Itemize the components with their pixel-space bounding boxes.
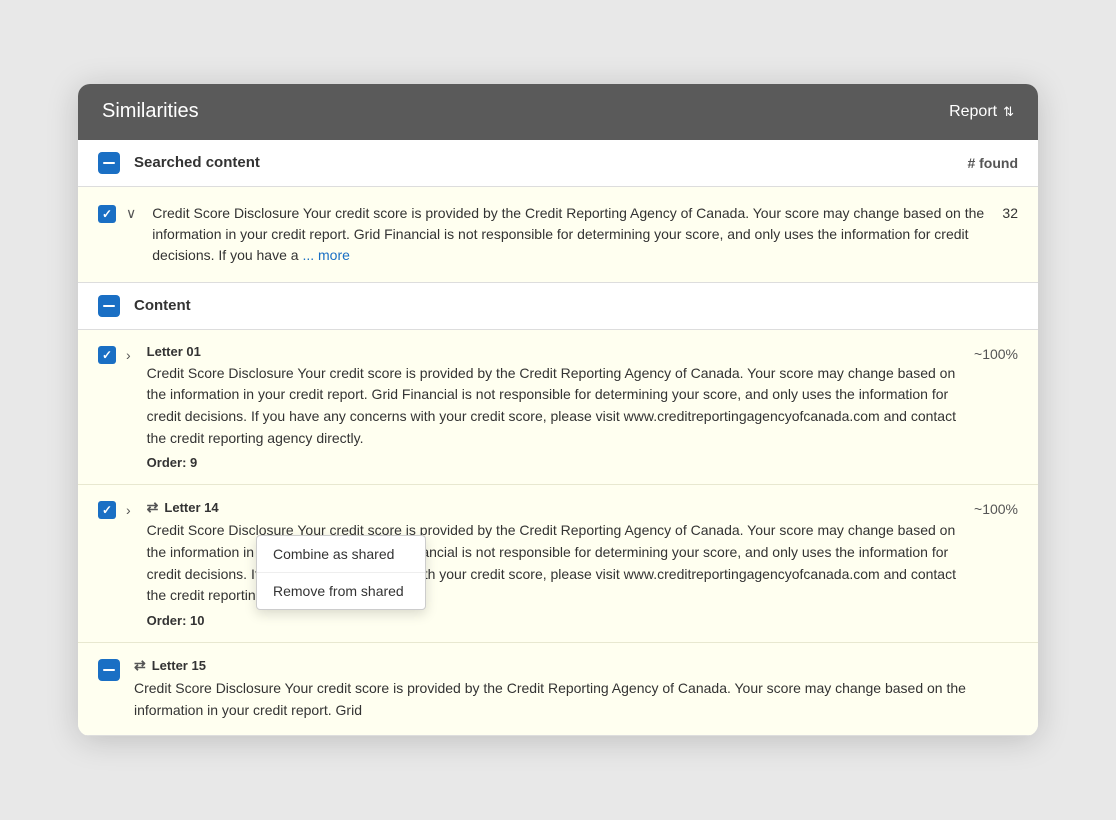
shared-icon: ⇄ <box>147 499 159 516</box>
item-2-order: Order: 10 <box>147 613 960 628</box>
combine-as-shared-option[interactable]: Combine as shared <box>257 536 425 573</box>
searched-section-header: Searched content # found <box>78 140 1038 187</box>
header-title: Similarities <box>102 100 199 123</box>
item-2-similarity: ~100% <box>974 499 1018 517</box>
item-2-checkbox[interactable] <box>98 501 116 519</box>
item-1-order: Order: 9 <box>147 455 960 470</box>
collapse-searched-button[interactable] <box>98 152 120 174</box>
sort-arrows-icon: ⇅ <box>1003 105 1014 118</box>
item-2-title: ⇄ Letter 14 <box>147 499 960 516</box>
searched-row-controls: ∨ <box>98 205 138 223</box>
item-3-body: ⇄ Letter 15 Credit Score Disclosure Your… <box>134 657 1004 721</box>
searched-section-label: Searched content <box>134 154 953 171</box>
searched-content-row: ∨ Credit Score Disclosure Your credit sc… <box>78 187 1038 283</box>
similarities-window: Similarities Report ⇅ Searched content #… <box>78 84 1038 737</box>
report-label: Report <box>949 103 997 121</box>
content-items-list: › Letter 01 Credit Score Disclosure Your… <box>78 330 1038 737</box>
item-3-collapse-button[interactable] <box>98 659 120 681</box>
searched-row-text: Credit Score Disclosure Your credit scor… <box>152 203 988 266</box>
item-1-checkbox[interactable] <box>98 346 116 364</box>
item-1-expand-button[interactable]: › <box>124 347 133 363</box>
content-section-header: Content <box>78 283 1038 330</box>
found-label: # found <box>967 155 1018 171</box>
content-item: › ⇄ Letter 14 Credit Score Disclosure Yo… <box>78 485 1038 643</box>
header: Similarities Report ⇅ <box>78 84 1038 140</box>
item-2-expand-button[interactable]: › <box>124 502 133 518</box>
searched-expand-button[interactable]: ∨ <box>124 205 138 222</box>
item-1-text: Credit Score Disclosure Your credit scor… <box>147 363 960 450</box>
item-1-title: Letter 01 <box>147 344 960 359</box>
item-3-title: ⇄ Letter 15 <box>134 657 1004 674</box>
item-1-similarity: ~100% <box>974 344 1018 362</box>
searched-row-count: 32 <box>1002 203 1018 221</box>
item-3-controls <box>98 659 120 681</box>
content-item: ⇄ Letter 15 Credit Score Disclosure Your… <box>78 643 1038 735</box>
item-2-controls: › <box>98 501 133 519</box>
item-1-controls: › <box>98 346 133 364</box>
content-section-label: Content <box>134 297 1018 314</box>
shared-icon: ⇄ <box>134 657 146 674</box>
context-menu: Combine as shared Remove from shared <box>256 535 426 610</box>
collapse-content-button[interactable] <box>98 295 120 317</box>
item-1-body: Letter 01 Credit Score Disclosure Your c… <box>147 344 960 471</box>
content-item: › Letter 01 Credit Score Disclosure Your… <box>78 330 1038 486</box>
more-link[interactable]: ... more <box>302 247 349 263</box>
item-3-text: Credit Score Disclosure Your credit scor… <box>134 678 1004 721</box>
report-button[interactable]: Report ⇅ <box>949 103 1014 121</box>
searched-checkbox[interactable] <box>98 205 116 223</box>
remove-from-shared-option[interactable]: Remove from shared <box>257 573 425 609</box>
